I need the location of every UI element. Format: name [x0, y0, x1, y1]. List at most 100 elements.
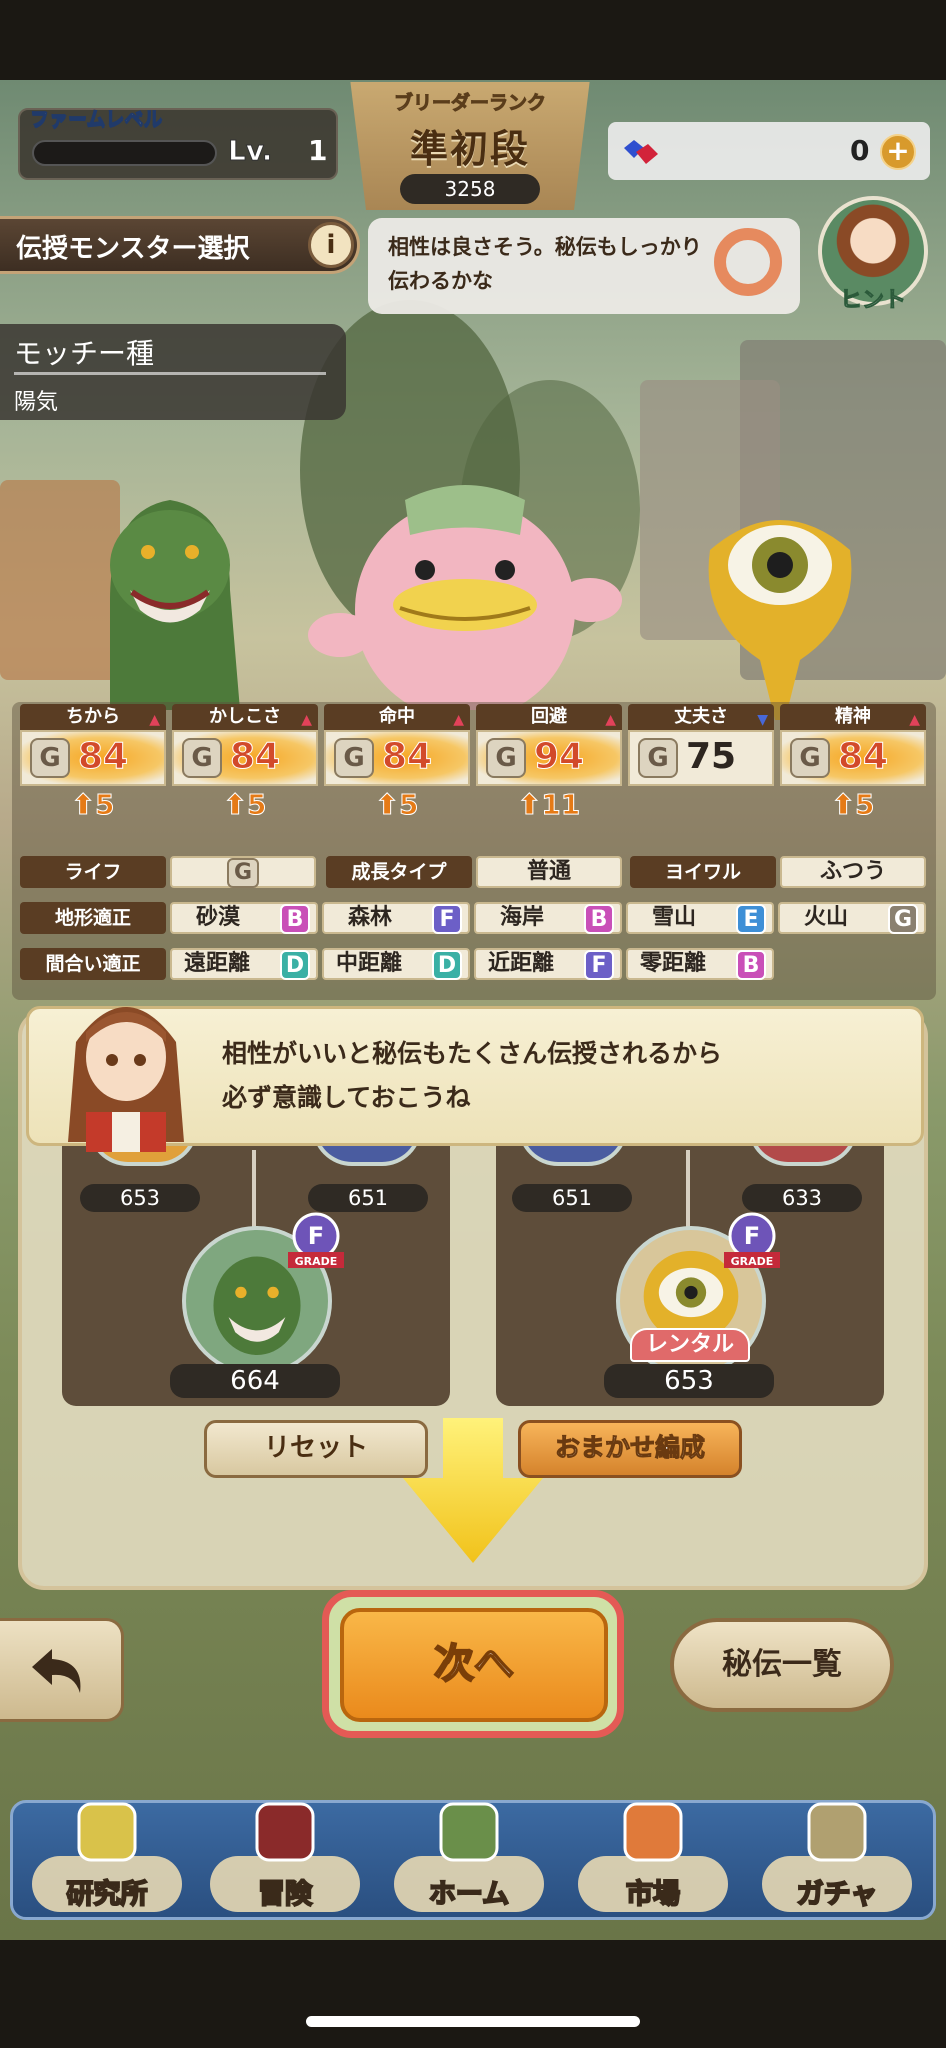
range-item: 近距離 F: [474, 948, 622, 980]
pink-mocchi-monster[interactable]: [300, 460, 630, 710]
terrain-name: 雪山: [652, 905, 697, 930]
stat-value-box: G 94: [476, 730, 622, 786]
right-grade-label: GRADE: [731, 1255, 774, 1268]
level-prefix: Lv.: [227, 134, 273, 168]
yoiwaru-value: ふつう: [780, 856, 926, 888]
range-name: 零距離: [640, 951, 707, 976]
stat-name: ちから ▲: [20, 704, 166, 730]
range-grade: D: [280, 950, 310, 980]
breeder-rank-label: ブリーダーランク: [393, 92, 546, 115]
stat-grade: G: [486, 738, 526, 778]
stat-gain: ⬆11: [517, 788, 581, 822]
yellow-eye-monster[interactable]: [690, 490, 870, 730]
nav-item-label: ガチャ: [796, 1878, 879, 1911]
life-grade: G: [227, 858, 259, 888]
stat-card: 回避 ▲ G 94 ⬆11: [476, 704, 622, 826]
stat-name: かしこさ ▲: [172, 704, 318, 730]
terrain-item: 火山 G: [778, 902, 926, 934]
hint-message: 相性は良さそう。秘伝もしっかり伝わるかな: [388, 235, 702, 293]
range-item: 零距離 B: [626, 948, 774, 980]
terrain-name: 砂漠: [196, 905, 241, 930]
secret-list-button[interactable]: 秘伝一覧: [670, 1618, 894, 1712]
stat-name: 丈夫さ ▼: [628, 704, 774, 730]
stat-grade: G: [182, 738, 222, 778]
right-main-value: 653: [604, 1364, 774, 1398]
species-divider: [14, 372, 326, 375]
range-grade: F: [584, 950, 614, 980]
stat-value-box: G 84: [20, 730, 166, 786]
windmill-icon: [439, 1802, 499, 1862]
stat-gain: ⬆5: [223, 788, 267, 822]
left-main-value: 664: [170, 1364, 340, 1398]
stat-value-box: G 84: [780, 730, 926, 786]
nav-item[interactable]: 冒険: [200, 1790, 370, 1920]
rank-points: 3258: [444, 177, 496, 201]
terrain-label: 地形適正: [20, 902, 166, 934]
market-icon: [623, 1802, 683, 1862]
stat-value: 84: [77, 736, 129, 778]
back-button[interactable]: [0, 1618, 124, 1722]
farm-level-progress-bar: [32, 140, 217, 166]
dialog-line-1: 相性がいいと秘伝もたくさん伝授されるから: [222, 1039, 723, 1068]
breeder-rank-name: 準初段: [409, 127, 530, 171]
book-icon: [255, 1802, 315, 1862]
stat-value-box: G 84: [172, 730, 318, 786]
range-grade: D: [432, 950, 462, 980]
gain-up-arrow-icon: ⬆: [831, 788, 855, 822]
green-dinosaur-monster[interactable]: [70, 470, 270, 710]
stat-gain: ⬆5: [831, 788, 875, 822]
left-grade-badge: F GRADE: [288, 1212, 344, 1268]
life-value: G: [170, 856, 316, 888]
hint-label: ヒント: [839, 288, 906, 314]
left-parent2-value: 651: [308, 1184, 428, 1212]
add-gems-button[interactable]: +: [880, 134, 916, 170]
info-icon[interactable]: i: [308, 222, 354, 268]
nav-item-label: ホーム: [428, 1878, 510, 1911]
left-tree-connector: [252, 1150, 256, 1230]
terrain-name: 海岸: [500, 905, 545, 930]
nav-item-label: 研究所: [66, 1878, 149, 1911]
next-button[interactable]: 次へ: [340, 1608, 608, 1722]
right-parent2-value: 633: [742, 1184, 862, 1212]
stat-card: 命中 ▲ G 84 ⬆5: [324, 704, 470, 826]
stat-card: 丈夫さ ▼ G 75: [628, 704, 774, 826]
right-grade-letter: F: [744, 1222, 760, 1250]
growth-type-value: 普通: [476, 856, 622, 888]
guide-girl-avatar: [68, 1007, 184, 1152]
terrain-grade: F: [432, 904, 462, 934]
nav-item[interactable]: ガチャ: [752, 1790, 922, 1920]
gain-up-arrow-icon: ⬆: [71, 788, 95, 822]
stat-value-box: G 84: [324, 730, 470, 786]
reset-button[interactable]: リセット: [204, 1420, 428, 1478]
gacha-icon: [807, 1802, 867, 1862]
tutorial-dialog-text: 相性がいいと秘伝もたくさん伝授されるから 必ず意識しておこうね: [222, 1032, 722, 1120]
down-arrow-icon: [403, 1418, 543, 1563]
species-name: モッチー種: [14, 337, 155, 370]
left-parent1-value: 653: [80, 1184, 200, 1212]
right-grade-badge: F GRADE: [724, 1212, 780, 1268]
gain-up-arrow-icon: ⬆: [517, 788, 542, 822]
growth-type-label: 成長タイプ: [326, 856, 472, 888]
gem-count: 0: [850, 134, 870, 167]
nav-item[interactable]: 研究所: [22, 1790, 192, 1920]
right-tree-connector: [686, 1150, 690, 1230]
stat-value: 84: [381, 736, 433, 778]
stat-value: 84: [229, 736, 281, 778]
auto-arrange-button[interactable]: おまかせ編成: [518, 1420, 742, 1478]
stat-value-box: G 75: [628, 730, 774, 786]
nav-item[interactable]: 市場: [568, 1790, 738, 1920]
nav-item[interactable]: ホーム: [384, 1790, 554, 1920]
lab-icon: [77, 1802, 137, 1862]
compatibility-circle-icon: [714, 228, 782, 296]
home-indicator: [306, 2016, 640, 2027]
stat-grade: G: [790, 738, 830, 778]
stat-gain: ⬆5: [71, 788, 115, 822]
back-arrow-icon: [32, 1649, 81, 1693]
terrain-grade: E: [736, 904, 766, 934]
range-name: 近距離: [488, 951, 555, 976]
stat-name: 回避 ▲: [476, 704, 622, 730]
stat-card: 精神 ▲ G 84 ⬆5: [780, 704, 926, 826]
terrain-grade: B: [584, 904, 614, 934]
terrain-name: 森林: [348, 905, 393, 930]
gem-icon: [624, 140, 658, 164]
